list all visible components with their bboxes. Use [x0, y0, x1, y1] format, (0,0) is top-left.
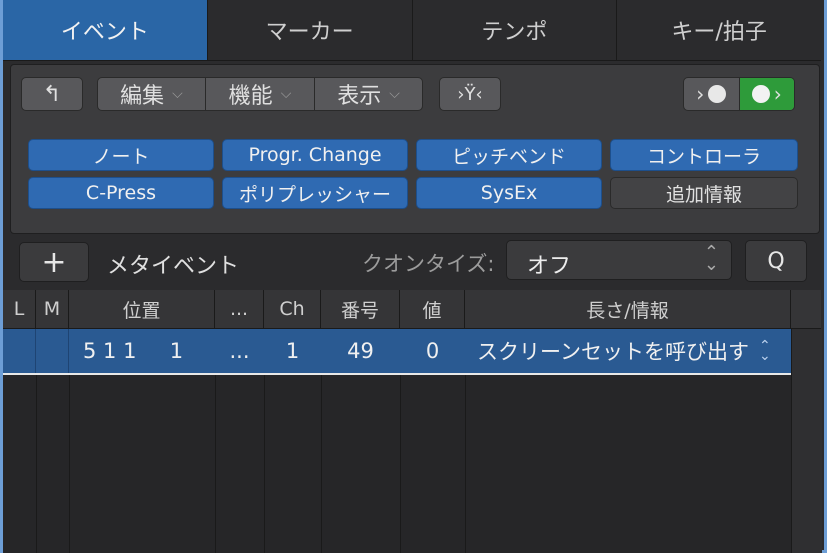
function-menu-label: 機能	[228, 84, 273, 109]
event-type-label: メタイベント	[107, 254, 240, 279]
quantize-label: クオンタイズ:	[362, 252, 495, 276]
updown-chevron-icon: ⌃ ⌄	[703, 242, 719, 275]
tab-events[interactable]: イベント	[3, 0, 207, 60]
cell-value: 0	[425, 339, 440, 363]
filter-additional-info[interactable]: 追加情報	[610, 177, 798, 209]
midi-palette-icon	[751, 85, 770, 103]
chevron-down-icon: ⌵	[389, 86, 400, 102]
tab-markers[interactable]: マーカー	[206, 0, 412, 60]
quantize-button[interactable]: Q	[745, 240, 807, 282]
arrow-right-icon: ›	[696, 82, 705, 106]
cell-dots: ...	[229, 339, 250, 363]
column-divider	[3, 375, 37, 553]
table-header: L M 位置 ... Ch 番号 値 長さ/情報	[3, 290, 821, 329]
column-divider	[264, 375, 322, 553]
arrow-right-icon: ›	[773, 82, 782, 106]
table-row[interactable]: 5 1 1 1 ... 1 49 0 スクリーンセットを呼び出す ⌃ ⌄	[3, 329, 791, 373]
midi-in-button[interactable]: ›	[684, 78, 739, 110]
view-menu-label: 表示	[337, 84, 382, 109]
column-header-l[interactable]: L	[3, 290, 36, 328]
filter-pitch-bend[interactable]: ピッチベンド	[416, 139, 602, 171]
quantize-select[interactable]: オフ ⌃ ⌄	[506, 240, 732, 280]
column-header-value[interactable]: 値	[400, 290, 465, 328]
filter-note[interactable]: ノート	[28, 139, 214, 171]
view-menu[interactable]: 表示 ⌵	[314, 78, 422, 110]
cell-info[interactable]: スクリーンセットを呼び出す ⌃ ⌄	[465, 329, 791, 373]
scrollbar[interactable]	[791, 329, 822, 553]
tab-key-signature[interactable]: キー/拍子	[616, 0, 821, 60]
cell-info-label: スクリーンセットを呼び出す	[477, 340, 749, 364]
cell-channel: 1	[285, 339, 300, 363]
column-header-length-info[interactable]: 長さ/情報	[465, 290, 791, 328]
event-filter-panel: ↰ 編集 ⌵ 機能 ⌵ 表示 ⌵ ›Ϋ‹ › › ノート Progr. Chan…	[10, 64, 820, 234]
filter-c-press[interactable]: C-Press	[28, 177, 214, 209]
cell-position: 5 1 1 1	[83, 339, 184, 363]
back-button[interactable]: ↰	[21, 77, 83, 111]
cell-number: 49	[347, 339, 374, 363]
filter-controller[interactable]: コントローラ	[610, 139, 798, 171]
edit-menu-label: 編集	[120, 84, 165, 109]
filter-program-change[interactable]: Progr. Change	[222, 139, 408, 171]
back-arrow-icon: ↰	[42, 81, 62, 107]
column-divider	[215, 375, 265, 553]
column-header-number[interactable]: 番号	[321, 290, 400, 328]
filter-toggle-button[interactable]: ›Ϋ‹	[439, 77, 501, 111]
midi-out-toggle: › ›	[683, 77, 795, 111]
column-header-position[interactable]: 位置	[69, 290, 215, 328]
column-header-channel[interactable]: Ch	[264, 290, 321, 328]
event-table: L M 位置 ... Ch 番号 値 長さ/情報 5 1 1 1 ... 1 4…	[3, 290, 822, 553]
midi-palette-icon	[708, 85, 727, 103]
column-divider	[69, 375, 216, 553]
tab-tempo[interactable]: テンポ	[411, 0, 617, 60]
edit-menu[interactable]: 編集 ⌵	[98, 78, 205, 110]
column-header-m[interactable]: M	[36, 290, 69, 328]
quantize-value: オフ	[527, 254, 572, 279]
cell-m	[36, 329, 69, 373]
column-divider	[321, 375, 401, 553]
filter-sysex[interactable]: SysEx	[416, 177, 602, 209]
filter-poly-pressure[interactable]: ポリプレッシャー	[222, 177, 408, 209]
cell-l	[3, 329, 36, 373]
column-header-dots[interactable]: ...	[215, 290, 264, 328]
function-menu[interactable]: 機能 ⌵	[204, 78, 314, 110]
midi-out-button[interactable]: ›	[738, 78, 794, 110]
chevron-down-icon: ⌵	[280, 86, 292, 102]
chevron-down-icon: ⌵	[172, 86, 183, 102]
column-divider	[36, 375, 70, 553]
tab-bar: イベント マーカー テンポ キー/拍子	[3, 0, 821, 61]
updown-chevron-icon: ⌃ ⌄	[758, 338, 771, 364]
add-event-button[interactable]: +	[19, 242, 89, 282]
filter-icon: ›Ϋ‹	[457, 83, 483, 105]
menu-segment: 編集 ⌵ 機能 ⌵ 表示 ⌵	[97, 77, 423, 111]
column-divider	[400, 375, 466, 553]
